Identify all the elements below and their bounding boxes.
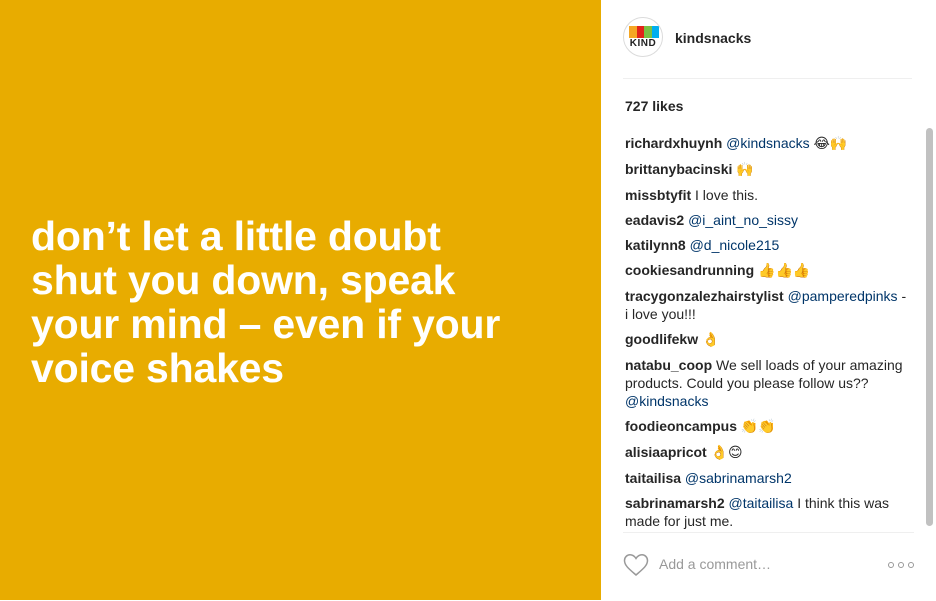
more-options-icon[interactable] bbox=[888, 562, 914, 570]
comment-username[interactable]: richardxhuynh bbox=[625, 135, 722, 151]
post-image[interactable]: don’t let a little doubt shut you down, … bbox=[0, 0, 601, 600]
comment-mention[interactable]: @pamperedpinks bbox=[788, 288, 898, 304]
heart-icon[interactable] bbox=[623, 553, 649, 577]
avatar-logo-text: KIND bbox=[629, 38, 657, 49]
comment-username[interactable]: missbtyfit bbox=[625, 187, 691, 203]
avatar[interactable]: KIND bbox=[623, 17, 663, 57]
comments-list: richardxhuynh @kindsnacks 😂🙌 brittanybac… bbox=[625, 134, 911, 530]
comment-username[interactable]: tracygonzalezhairstylist bbox=[625, 288, 784, 304]
comment: brittanybacinski 🙌 bbox=[625, 160, 911, 179]
post-footer bbox=[623, 532, 914, 601]
comment: goodlifekw 👌 bbox=[625, 330, 911, 349]
comment-mention[interactable]: @kindsnacks bbox=[625, 393, 708, 409]
comment-username[interactable]: brittanybacinski bbox=[625, 161, 732, 177]
scrollbar-thumb[interactable] bbox=[926, 128, 933, 526]
add-comment-input[interactable] bbox=[659, 556, 859, 572]
comment-text: I love this. bbox=[695, 187, 759, 203]
comment: missbtyfit I love this. bbox=[625, 186, 911, 204]
comment-mention[interactable]: @kindsnacks bbox=[726, 135, 809, 151]
comment: foodieoncampus 👏👏 bbox=[625, 417, 911, 436]
comment-emoji: 👍👍👍 bbox=[758, 263, 811, 279]
comment: sabrinamarsh2 @taitailisa I think this w… bbox=[625, 494, 911, 530]
comment-username[interactable]: sabrinamarsh2 bbox=[625, 495, 725, 511]
comment-mention[interactable]: @i_aint_no_sissy bbox=[688, 212, 798, 228]
comment-emoji: 👌😊 bbox=[710, 445, 743, 461]
comment-emoji: 👌 bbox=[702, 332, 720, 348]
comment-emoji: 🙌 bbox=[736, 162, 754, 178]
comment-username[interactable]: taitailisa bbox=[625, 470, 681, 486]
comment-emoji: 👏👏 bbox=[740, 419, 776, 435]
header-username[interactable]: kindsnacks bbox=[675, 30, 751, 46]
comment-mention[interactable]: @d_nicole215 bbox=[690, 237, 780, 253]
comment: cookiesandrunning 👍👍👍 bbox=[625, 261, 911, 280]
post-header: KIND kindsnacks bbox=[623, 0, 912, 79]
comment-mention[interactable]: @taitailisa bbox=[729, 495, 794, 511]
comment: natabu_coop We sell loads of your amazin… bbox=[625, 356, 911, 410]
likes-count[interactable]: 727 likes bbox=[625, 98, 683, 114]
comment-username[interactable]: alisiaapricot bbox=[625, 444, 707, 460]
comment-username[interactable]: cookiesandrunning bbox=[625, 262, 754, 278]
comment: tracygonzalezhairstylist @pamperedpinks … bbox=[625, 287, 911, 323]
comment: eadavis2 @i_aint_no_sissy bbox=[625, 211, 911, 229]
comment: alisiaapricot 👌😊 bbox=[625, 443, 911, 462]
quote-line: shut you down, speak bbox=[31, 257, 456, 303]
comment: katilynn8 @d_nicole215 bbox=[625, 236, 911, 254]
post-sidebar: KIND kindsnacks 727 likes richardxhuynh … bbox=[601, 0, 936, 600]
comment: richardxhuynh @kindsnacks 😂🙌 bbox=[625, 134, 911, 153]
kind-logo-icon bbox=[629, 26, 659, 38]
comment-username[interactable]: goodlifekw bbox=[625, 331, 698, 347]
post-quote: don’t let a little doubt shut you down, … bbox=[31, 214, 591, 390]
comments-scrollbar[interactable] bbox=[923, 128, 934, 530]
quote-line: voice shakes bbox=[31, 345, 284, 391]
comment-mention[interactable]: @sabrinamarsh2 bbox=[685, 470, 792, 486]
comment-username[interactable]: foodieoncampus bbox=[625, 418, 737, 434]
quote-line: don’t let a little doubt bbox=[31, 213, 441, 259]
comment-username[interactable]: natabu_coop bbox=[625, 357, 712, 373]
comment-username[interactable]: eadavis2 bbox=[625, 212, 684, 228]
quote-line: your mind – even if your bbox=[31, 301, 501, 347]
instagram-post: don’t let a little doubt shut you down, … bbox=[0, 0, 936, 600]
comment-username[interactable]: katilynn8 bbox=[625, 237, 686, 253]
comment-emoji: 😂🙌 bbox=[813, 136, 848, 152]
comment: taitailisa @sabrinamarsh2 bbox=[625, 469, 911, 487]
